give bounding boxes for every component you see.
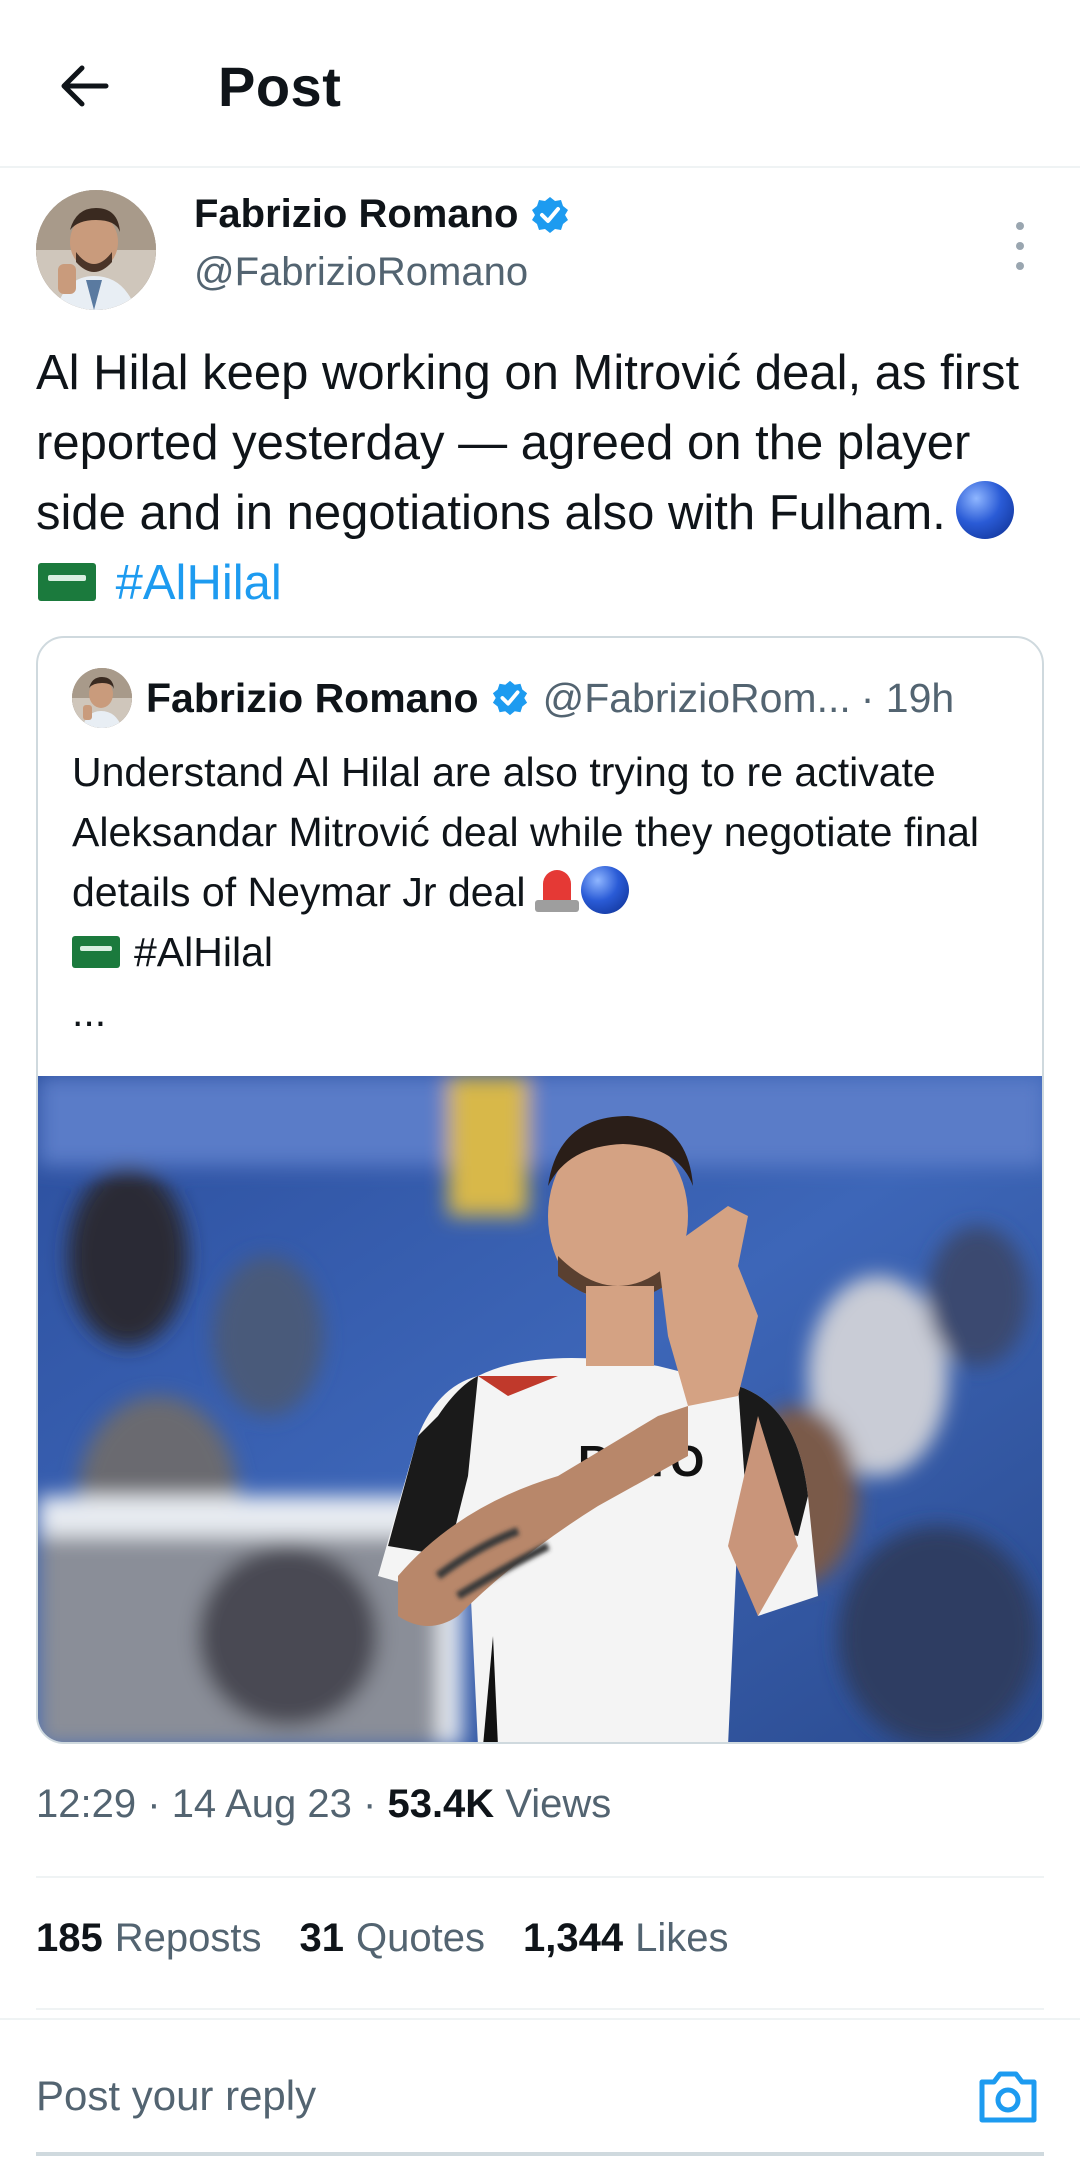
- quoted-text: Understand Al Hilal are also trying to r…: [72, 742, 1022, 1042]
- more-dot-icon: [1016, 262, 1024, 270]
- camera-icon: [979, 2071, 1037, 2123]
- quotes-count: 31: [299, 1916, 345, 1960]
- verified-badge-icon: [492, 680, 527, 716]
- avatar[interactable]: [36, 190, 156, 310]
- author-name[interactable]: Fabrizio Romano: [194, 192, 570, 237]
- quoted-body: Understand Al Hilal are also trying to r…: [72, 749, 980, 915]
- engagement-stats: 185 Reposts 31 Quotes 1,344 Likes: [36, 1916, 728, 1961]
- likes-stat[interactable]: 1,344 Likes: [523, 1916, 729, 1961]
- camera-button[interactable]: [976, 2066, 1040, 2126]
- reply-bar: [0, 2018, 1080, 2170]
- more-dot-icon: [1016, 242, 1024, 250]
- quoted-hashtag[interactable]: #AlHilal: [134, 929, 273, 975]
- quoted-post[interactable]: Fabrizio Romano @FabrizioRom... · 19h Un…: [36, 636, 1044, 1744]
- quoted-media-image[interactable]: BOTO: [38, 1076, 1042, 1742]
- quotes-label: Quotes: [356, 1916, 485, 1960]
- tweet-text: Al Hilal keep working on Mitrović deal, …: [36, 338, 1046, 618]
- verified-badge-icon: [532, 196, 569, 233]
- siren-emoji-icon: [535, 868, 580, 914]
- reply-underline: [36, 2152, 1044, 2156]
- views-label: Views: [505, 1782, 612, 1826]
- hashtag-link[interactable]: #AlHilal: [116, 556, 282, 610]
- views-count: 53.4K: [387, 1782, 495, 1826]
- reposts-label: Reposts: [114, 1916, 262, 1960]
- blue-circle-emoji-icon: [581, 866, 630, 914]
- quoted-ellipsis: ...: [72, 989, 107, 1035]
- meta-separator: ·: [147, 1782, 161, 1826]
- author-row: Fabrizio Romano @FabrizioRomano: [0, 168, 1080, 328]
- divider: [36, 2008, 1044, 2010]
- saudi-flag-emoji-icon: [72, 936, 120, 968]
- more-options-button[interactable]: [1000, 216, 1040, 276]
- meta-separator: ·: [363, 1782, 377, 1826]
- back-arrow-icon: [61, 65, 109, 107]
- author-name-text: Fabrizio Romano: [194, 192, 519, 236]
- back-button[interactable]: [48, 50, 120, 122]
- reply-input[interactable]: [36, 2064, 936, 2128]
- more-dot-icon: [1016, 222, 1024, 230]
- post-date: 14 Aug 23: [171, 1782, 352, 1826]
- saudi-flag-emoji-icon: [38, 563, 96, 601]
- quotes-stat[interactable]: 31 Quotes: [300, 1916, 485, 1961]
- reposts-count: 185: [36, 1916, 103, 1960]
- tweet-body: Al Hilal keep working on Mitrović deal, …: [36, 346, 1020, 540]
- quoted-avatar[interactable]: [72, 668, 132, 728]
- likes-count: 1,344: [522, 1916, 624, 1960]
- top-bar: Post: [0, 0, 1080, 168]
- quoted-author-handle[interactable]: @FabrizioRom...: [543, 675, 851, 722]
- likes-label: Likes: [635, 1916, 729, 1960]
- quoted-author-name[interactable]: Fabrizio Romano: [146, 675, 479, 722]
- page-title: Post: [218, 55, 342, 118]
- post-time: 12:29: [36, 1782, 137, 1826]
- divider: [36, 1876, 1044, 1878]
- post-meta: 12:29 · 14 Aug 23 · 53.4K Views: [36, 1782, 611, 1827]
- author-handle[interactable]: @FabrizioRomano: [194, 250, 528, 295]
- blue-circle-emoji-icon: [955, 481, 1014, 539]
- quoted-post-header: Fabrizio Romano @FabrizioRom... · 19h: [72, 668, 954, 728]
- quoted-timestamp: · 19h: [860, 674, 955, 721]
- reposts-stat[interactable]: 185 Reposts: [36, 1916, 262, 1961]
